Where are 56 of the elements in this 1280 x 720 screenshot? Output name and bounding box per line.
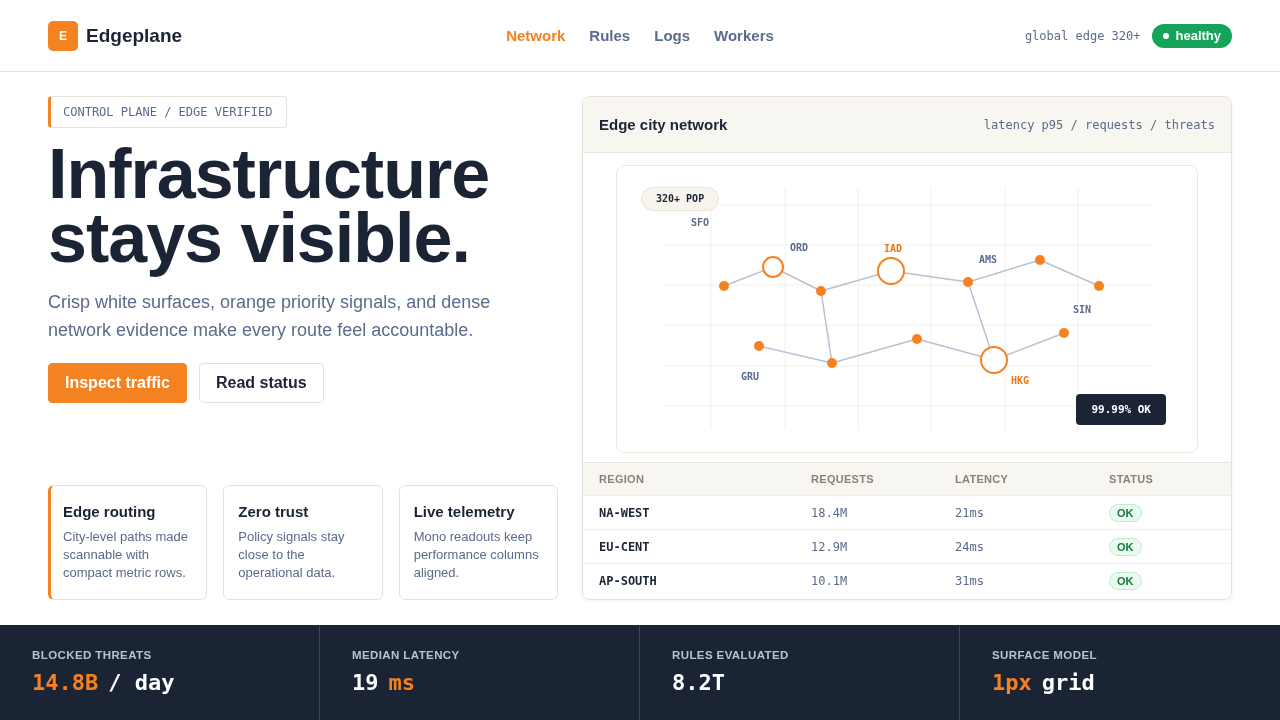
status-badge: OK [1109,503,1142,522]
table-cell: NA-WEST [599,505,650,520]
feature-title: Live telemetry [413,503,516,521]
column-header: REGION [599,473,646,485]
hero-heading: Infrastructure stays visible. [48,142,491,279]
feature-title: Zero trust [238,503,310,521]
feature-title: Edge routing [63,503,157,521]
stat-value: 14.8B [32,669,99,697]
eyebrow-tag: CONTROL PLANE / EDGE VERIFIED [48,96,287,128]
pop-badge: 320+ POP [641,187,720,211]
stat-label: MEDIAN LATENCY [352,648,460,662]
feature-text: Policy signals stay close to the operational data. [238,528,346,582]
scope-label: global edge 320+ [1024,28,1141,43]
nav-link[interactable]: Workers [714,25,774,46]
stat-label: RULES EVALUATED [672,648,789,662]
table-cell: 12.9M [811,539,848,554]
table-cell: 18.4M [811,505,848,520]
stat-value: 1px [992,669,1032,697]
stat-value: 8.2T [672,669,725,697]
uptime-badge: 99.99% OK [1076,394,1166,425]
column-header: LATENCY [955,473,1010,485]
city-label: AMS [978,254,998,266]
nav-link[interactable]: Logs [654,25,691,46]
city-label: SFO [690,217,710,229]
feature-text: City-level paths made scannable with compact metric rows. [63,528,189,582]
table-cell: 24ms [955,539,984,554]
status-badge: OK [1109,537,1142,556]
stat-label: SURFACE MODEL [992,648,1097,662]
stat-unit: / day [108,669,175,697]
city-label: SIN [1072,304,1092,316]
table-cell: 10.1M [811,574,848,588]
status-label: healthy [1175,27,1221,44]
panel-title: Edge city network [599,116,728,133]
hero-lead: Crisp white surfaces, orange priority signals, and dense network evidence make every route feel accountable. [48,291,492,342]
table-cell: 21ms [955,505,984,520]
city-label: IAD [883,243,903,255]
city-label: GRU [740,371,760,383]
city-label: HKG [1010,375,1030,387]
city-label: ORD [789,242,809,254]
table-cell: 31ms [955,574,984,588]
brand-name: Edgeplane [86,24,183,47]
secondary-button[interactable]: Read status [198,363,324,403]
nav-link[interactable]: Rules [589,25,631,46]
stat-label: BLOCKED THREATS [32,648,152,662]
status-dot-icon [1163,32,1170,39]
table-cell: EU-CENT [599,539,650,554]
column-header: STATUS [1109,473,1155,485]
panel-metrics: latency p95 / requests / threats [983,117,1215,132]
logo-mark: E [48,20,78,51]
stat-unit: ms [388,669,415,697]
feature-text: Mono readouts keep performance columns aligned. [413,528,540,582]
column-header: REQUESTS [811,473,875,485]
table-cell: AP-SOUTH [599,574,657,588]
stat-unit: grid [1041,669,1095,697]
status-badge: OK [1109,572,1142,590]
stat-value: 19 [352,669,379,697]
